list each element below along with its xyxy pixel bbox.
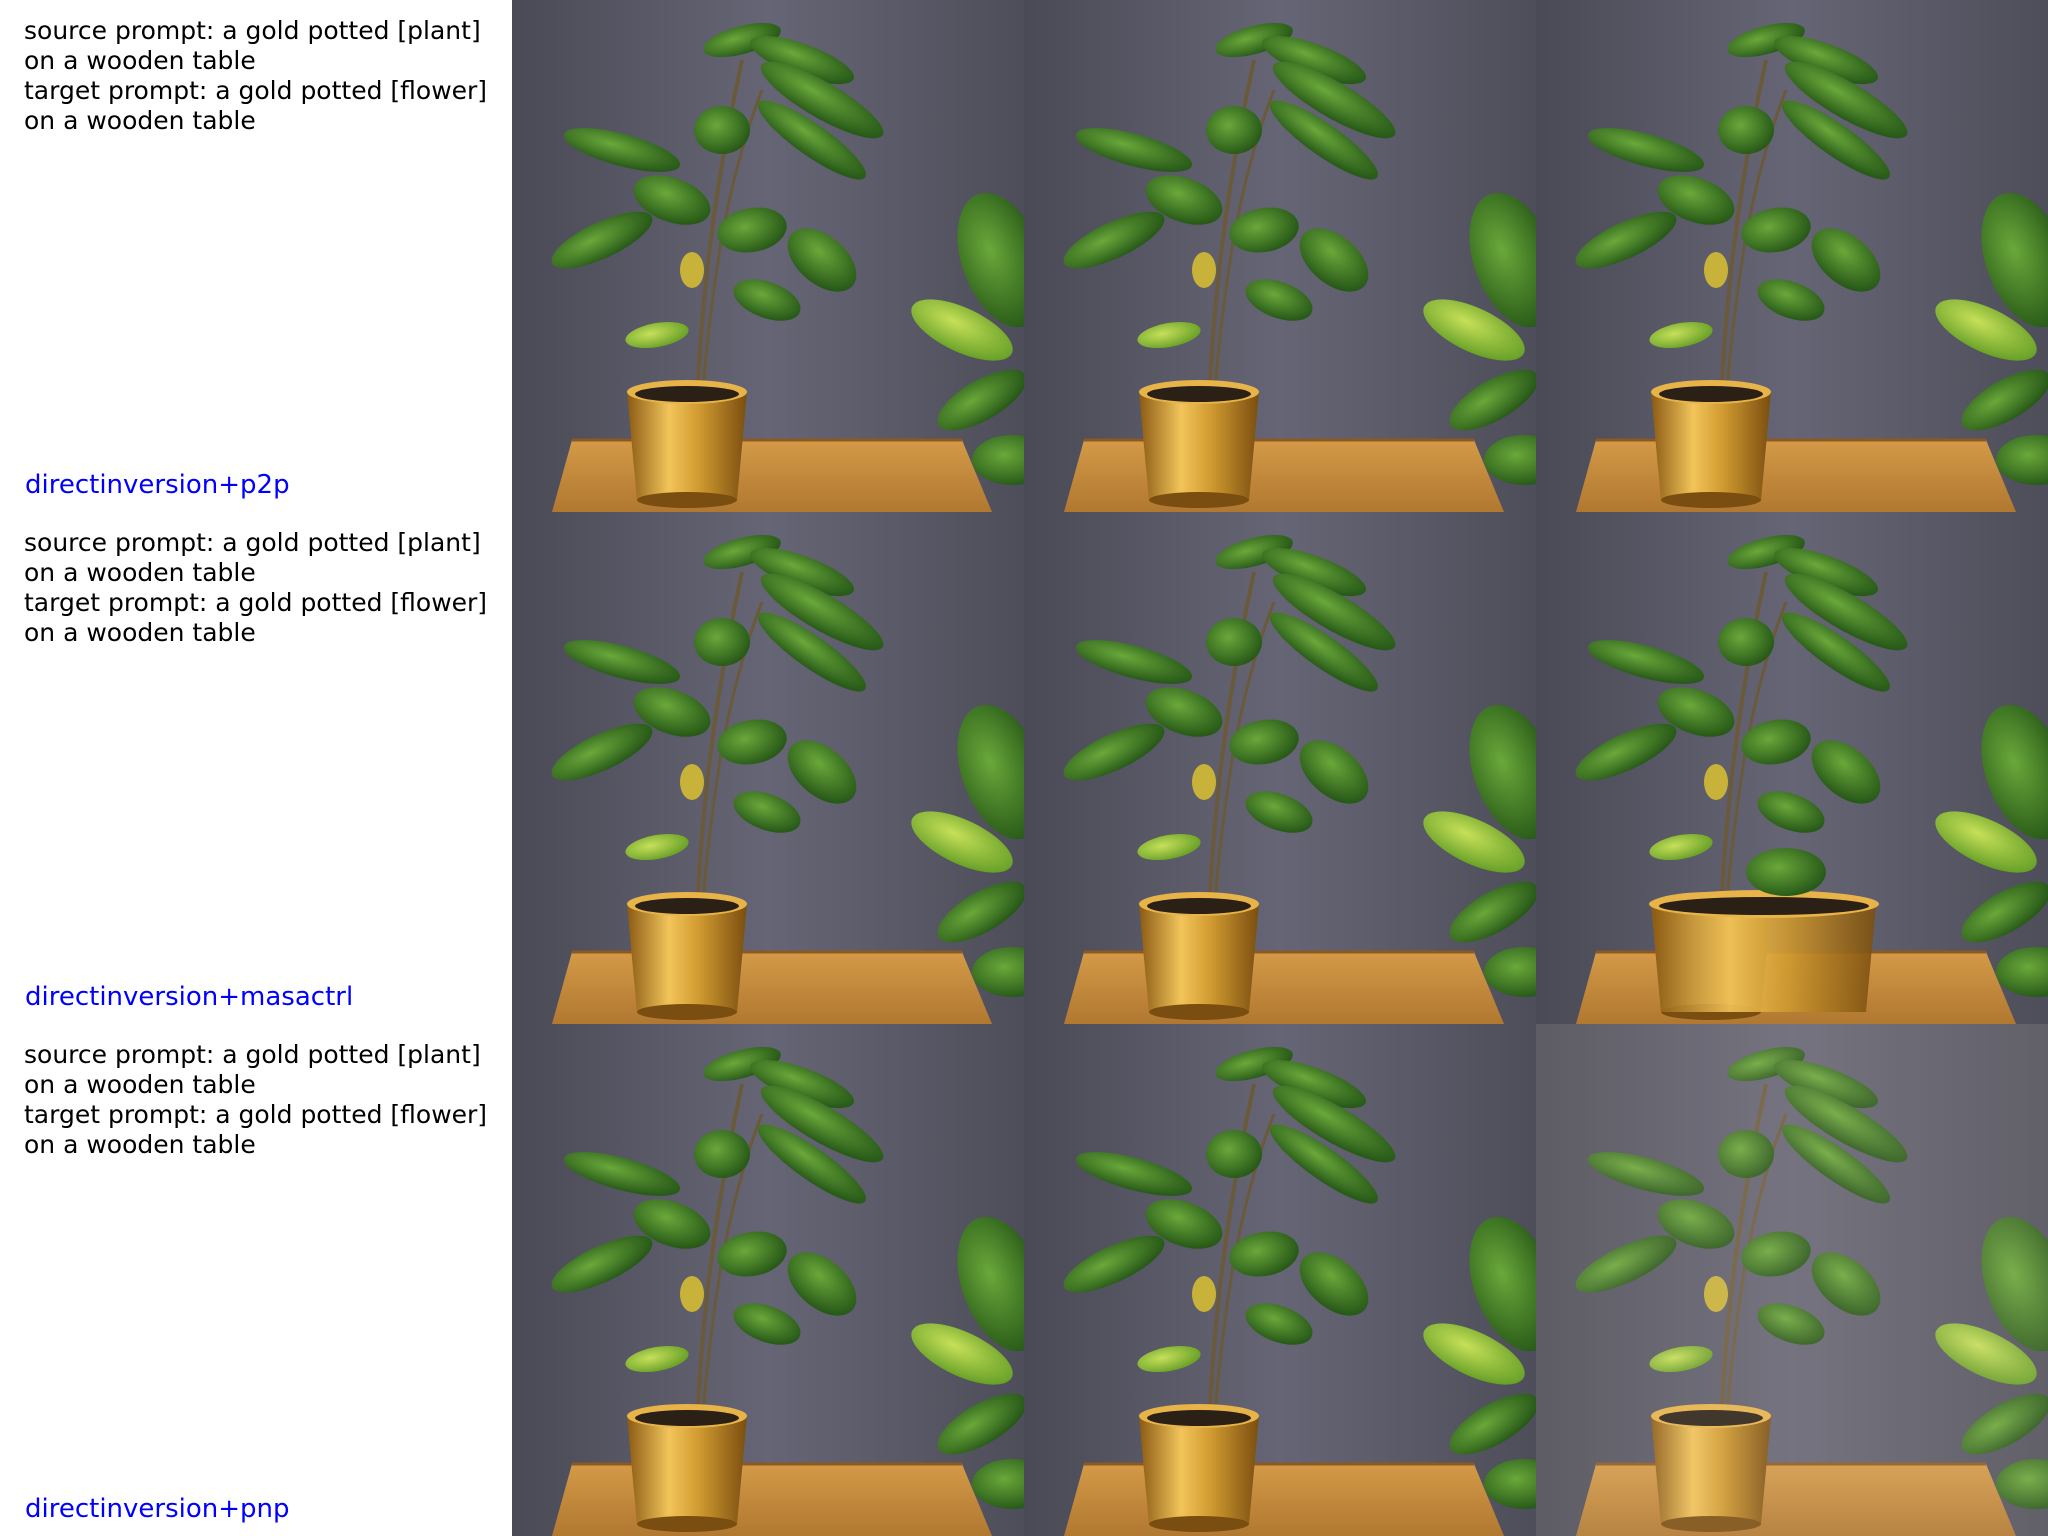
source-prompt-line: on a wooden table — [24, 558, 256, 587]
target-prompt-line: on a wooden table — [24, 618, 256, 647]
prompt-cell: source prompt: a gold potted [plant] on … — [0, 0, 512, 512]
reconstruction-image — [1024, 1024, 1536, 1536]
target-prompt-line: target prompt: a gold potted [flower] — [24, 1100, 488, 1129]
target-prompt-line: on a wooden table — [24, 1130, 256, 1159]
source-prompt-line: source prompt: a gold potted [plant] — [24, 528, 481, 557]
target-prompt-line: target prompt: a gold potted [flower] — [24, 76, 488, 105]
result-row: source prompt: a gold potted [plant] on … — [0, 512, 2048, 1024]
source-image — [512, 512, 1024, 1024]
prompt-cell: source prompt: a gold potted [plant] on … — [0, 1024, 512, 1536]
target-prompt-line: on a wooden table — [24, 106, 256, 135]
prompt-text: source prompt: a gold potted [plant] on … — [24, 16, 504, 136]
result-row: source prompt: a gold potted [plant] on … — [0, 0, 2048, 512]
result-row: source prompt: a gold potted [plant] on … — [0, 1024, 2048, 1536]
source-prompt-line: on a wooden table — [24, 46, 256, 75]
reconstruction-image — [1024, 0, 1536, 512]
source-prompt-line: source prompt: a gold potted [plant] — [24, 16, 481, 45]
source-prompt-line: source prompt: a gold potted [plant] — [24, 1040, 481, 1069]
prompt-cell: source prompt: a gold potted [plant] on … — [0, 512, 512, 1024]
source-image — [512, 0, 1024, 512]
edited-image — [1536, 512, 2048, 1024]
source-image — [512, 1024, 1024, 1536]
method-label: directinversion+pnp — [25, 1494, 290, 1524]
reconstruction-image — [1024, 512, 1536, 1024]
edited-image — [1536, 0, 2048, 512]
method-label: directinversion+masactrl — [25, 982, 354, 1012]
edited-image — [1536, 1024, 2048, 1536]
source-prompt-line: on a wooden table — [24, 1070, 256, 1099]
prompt-text: source prompt: a gold potted [plant] on … — [24, 1040, 504, 1160]
target-prompt-line: target prompt: a gold potted [flower] — [24, 588, 488, 617]
prompt-text: source prompt: a gold potted [plant] on … — [24, 528, 504, 648]
method-label: directinversion+p2p — [25, 470, 290, 500]
